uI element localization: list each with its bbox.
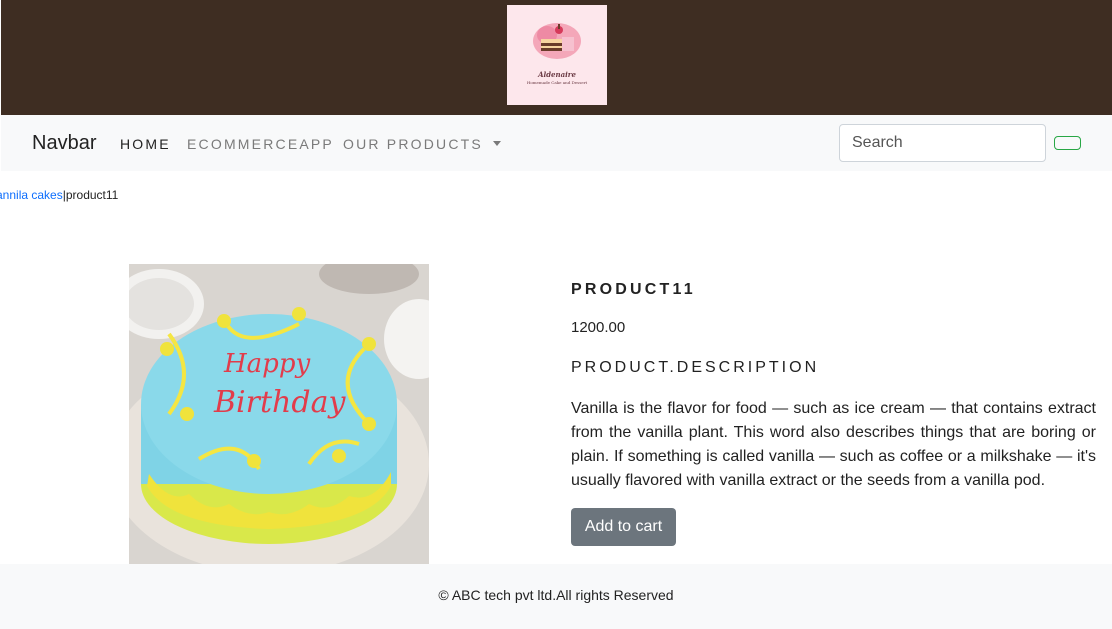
product-price: 1200.00 xyxy=(571,319,626,336)
product-description: Vanilla is the flavor for food — such as… xyxy=(571,400,1096,489)
search-input[interactable] xyxy=(839,124,1046,162)
product-title: PRODUCT11 xyxy=(571,281,696,298)
navbar-brand[interactable]: Navbar xyxy=(32,132,96,155)
footer-copyright: © ABC tech pvt ltd.All rights Reserved xyxy=(438,587,674,603)
search-button[interactable] xyxy=(1054,136,1081,150)
logo-subtitle: Homemade Cake and Dessert xyxy=(526,80,588,85)
birthday-cake-icon: Happy Birthday xyxy=(129,264,429,564)
navbar: Navbar HOME ECOMMERCEAPP OUR PRODUCTS xyxy=(1,115,1112,171)
nav-link-home[interactable]: HOME xyxy=(120,136,171,152)
product-image: Happy Birthday xyxy=(129,264,429,564)
breadcrumb-current: product11 xyxy=(65,188,119,202)
logo-script-text: Aldenaire xyxy=(538,70,576,79)
top-banner: Aldenaire Homemade Cake and Dessert xyxy=(1,0,1112,115)
footer: © ABC tech pvt ltd.All rights Reserved xyxy=(0,564,1112,629)
cake-text-birthday: Birthday xyxy=(213,385,346,420)
breadcrumb: annila cakes|product11 xyxy=(0,188,118,202)
cake-text-happy: Happy xyxy=(223,349,310,379)
brand-logo[interactable]: Aldenaire Homemade Cake and Dessert xyxy=(507,5,607,105)
add-to-cart-button[interactable]: Add to cart xyxy=(571,508,676,546)
nav-dropdown-label: OUR PRODUCTS xyxy=(343,136,483,152)
nav-link-ecommerceapp[interactable]: ECOMMERCEAPP xyxy=(187,136,334,152)
breadcrumb-link-vanilla-cakes[interactable]: annila cakes xyxy=(0,188,63,202)
nav-dropdown-our-products[interactable]: OUR PRODUCTS xyxy=(343,136,501,152)
chevron-down-icon xyxy=(492,141,501,146)
cake-logo-icon xyxy=(533,23,581,59)
description-heading: PRODUCT.DESCRIPTION xyxy=(571,359,820,376)
